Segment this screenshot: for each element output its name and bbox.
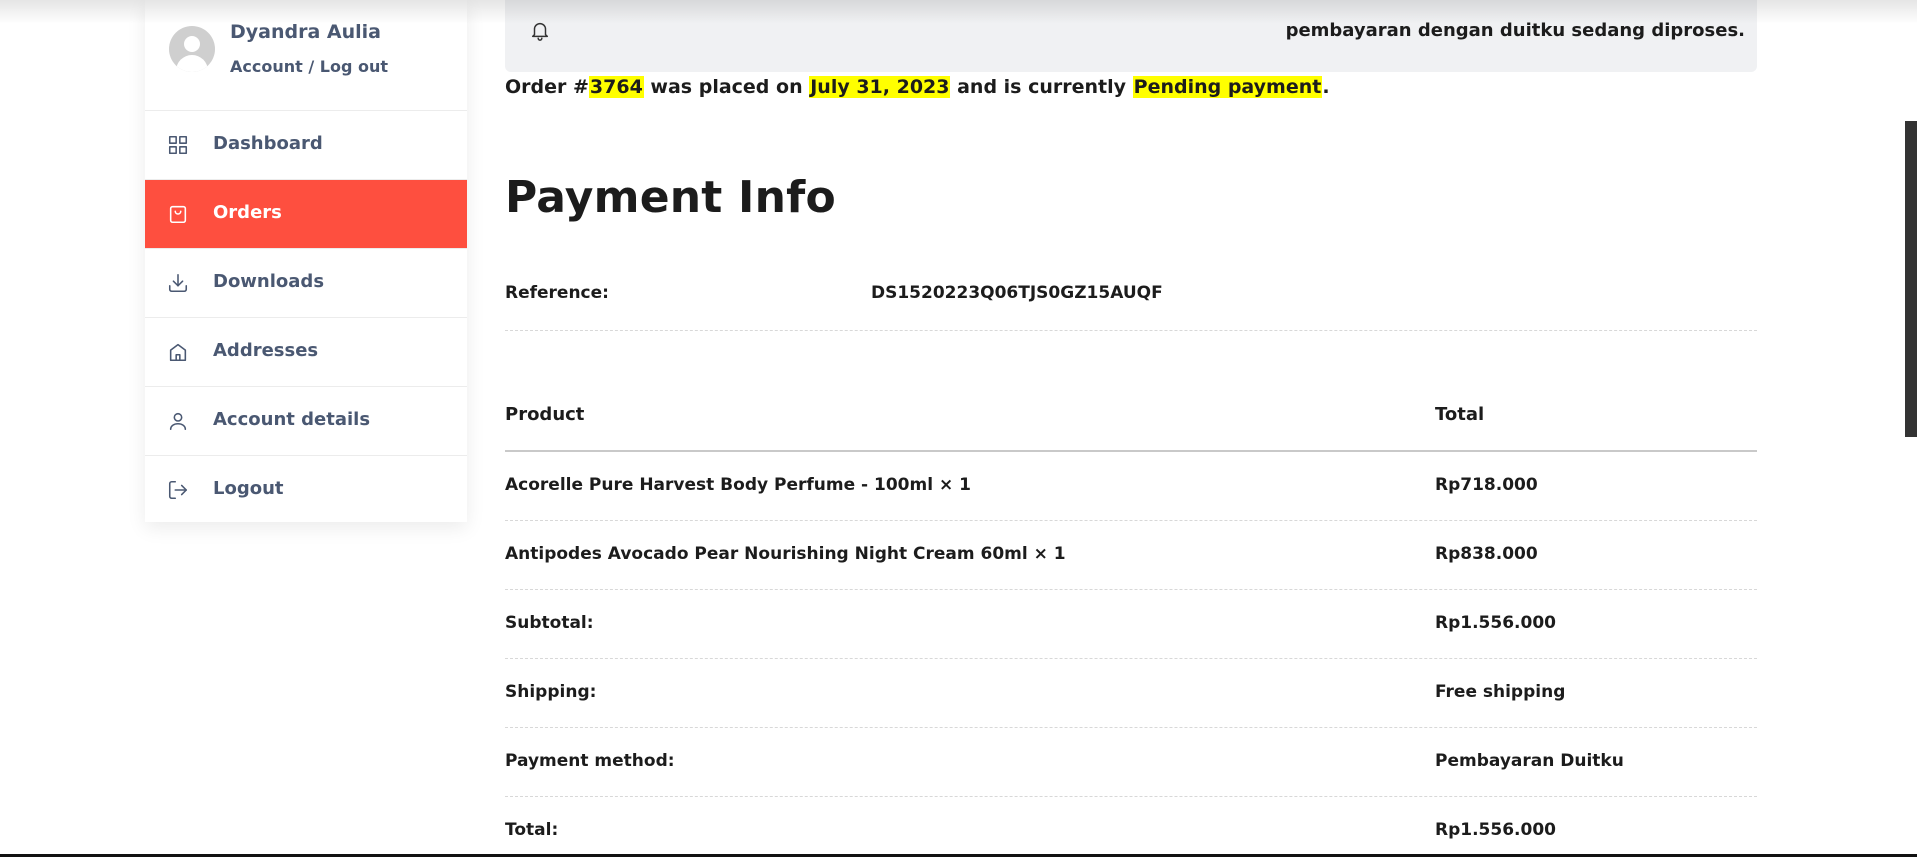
sidebar-item-label: Dashboard bbox=[213, 133, 323, 154]
account-sidebar: Dyandra Aulia Account / Log out Dashboar… bbox=[145, 0, 467, 522]
order-summary-line: Order #3764 was placed on July 31, 2023 … bbox=[505, 76, 1330, 98]
total-value: Rp1.556.000 bbox=[1435, 820, 1556, 840]
user-profile: Dyandra Aulia Account / Log out bbox=[145, 0, 467, 111]
table-header: Product Total bbox=[505, 388, 1757, 452]
account-link[interactable]: Account bbox=[230, 57, 303, 76]
order-suffix: . bbox=[1322, 76, 1330, 98]
product-cell: Acorelle Pure Harvest Body Perfume - 100… bbox=[505, 475, 971, 495]
subtotal-label: Subtotal: bbox=[505, 613, 594, 633]
logout-icon bbox=[167, 479, 189, 501]
table-row: Acorelle Pure Harvest Body Perfume - 100… bbox=[505, 452, 1757, 521]
sidebar-item-label: Addresses bbox=[213, 340, 319, 361]
payment-notice: pembayaran dengan duitku sedang diproses… bbox=[505, 0, 1757, 72]
reference-label: Reference: bbox=[505, 283, 609, 303]
sidebar-item-dashboard[interactable]: Dashboard bbox=[145, 111, 467, 180]
download-icon bbox=[167, 272, 189, 294]
reference-row: Reference: DS1520223Q06TJS0GZ15AUQF bbox=[505, 275, 1757, 331]
shopping-bag-icon bbox=[167, 203, 189, 225]
table-row: Subtotal: Rp1.556.000 bbox=[505, 590, 1757, 659]
payment-method-label: Payment method: bbox=[505, 751, 675, 771]
user-icon bbox=[167, 410, 189, 432]
sidebar-item-label: Downloads bbox=[213, 271, 325, 292]
bell-icon bbox=[529, 19, 551, 41]
order-prefix: Order # bbox=[505, 76, 589, 98]
payment-method-value: Pembayaran Duitku bbox=[1435, 751, 1624, 771]
order-placed-text: was placed on bbox=[643, 76, 810, 98]
shipping-label: Shipping: bbox=[505, 682, 597, 702]
user-links: Account / Log out bbox=[230, 57, 388, 76]
scrollbar-thumb[interactable] bbox=[1905, 121, 1917, 437]
sidebar-item-label: Account details bbox=[213, 409, 371, 430]
sidebar-item-label: Orders bbox=[213, 202, 282, 223]
user-name: Dyandra Aulia bbox=[230, 21, 381, 43]
table-row: Antipodes Avocado Pear Nourishing Night … bbox=[505, 521, 1757, 590]
product-cell: Antipodes Avocado Pear Nourishing Night … bbox=[505, 544, 1066, 564]
column-header-product: Product bbox=[505, 404, 585, 425]
table-row: Shipping: Free shipping bbox=[505, 659, 1757, 728]
sidebar-item-downloads[interactable]: Downloads bbox=[145, 249, 467, 318]
reference-value: DS1520223Q06TJS0GZ15AUQF bbox=[871, 283, 1163, 303]
column-header-total: Total bbox=[1435, 404, 1485, 425]
notice-message: pembayaran dengan duitku sedang diproses… bbox=[1285, 20, 1745, 41]
home-icon bbox=[167, 341, 189, 363]
total-label: Total: bbox=[505, 820, 559, 840]
total-cell: Rp718.000 bbox=[1435, 475, 1538, 495]
sidebar-item-logout[interactable]: Logout bbox=[145, 456, 467, 524]
order-details-table: Product Total Acorelle Pure Harvest Body… bbox=[505, 388, 1757, 865]
link-separator: / bbox=[302, 57, 320, 76]
sidebar-item-account-details[interactable]: Account details bbox=[145, 387, 467, 456]
order-date: July 31, 2023 bbox=[809, 76, 951, 98]
order-status-text: and is currently bbox=[950, 76, 1133, 98]
page-title: Payment Info bbox=[505, 172, 836, 223]
avatar bbox=[169, 26, 215, 72]
sidebar-item-addresses[interactable]: Addresses bbox=[145, 318, 467, 387]
account-menu: Dashboard Orders Downloads Addresses Acc… bbox=[145, 111, 467, 524]
table-row: Payment method: Pembayaran Duitku bbox=[505, 728, 1757, 797]
total-cell: Rp838.000 bbox=[1435, 544, 1538, 564]
order-status: Pending payment bbox=[1132, 76, 1323, 98]
sidebar-item-label: Logout bbox=[213, 478, 284, 499]
sidebar-item-orders[interactable]: Orders bbox=[145, 180, 467, 249]
logout-link[interactable]: Log out bbox=[320, 57, 388, 76]
shipping-value: Free shipping bbox=[1435, 682, 1566, 702]
order-number: 3764 bbox=[588, 76, 644, 98]
grid-icon bbox=[167, 134, 189, 156]
subtotal-value: Rp1.556.000 bbox=[1435, 613, 1556, 633]
